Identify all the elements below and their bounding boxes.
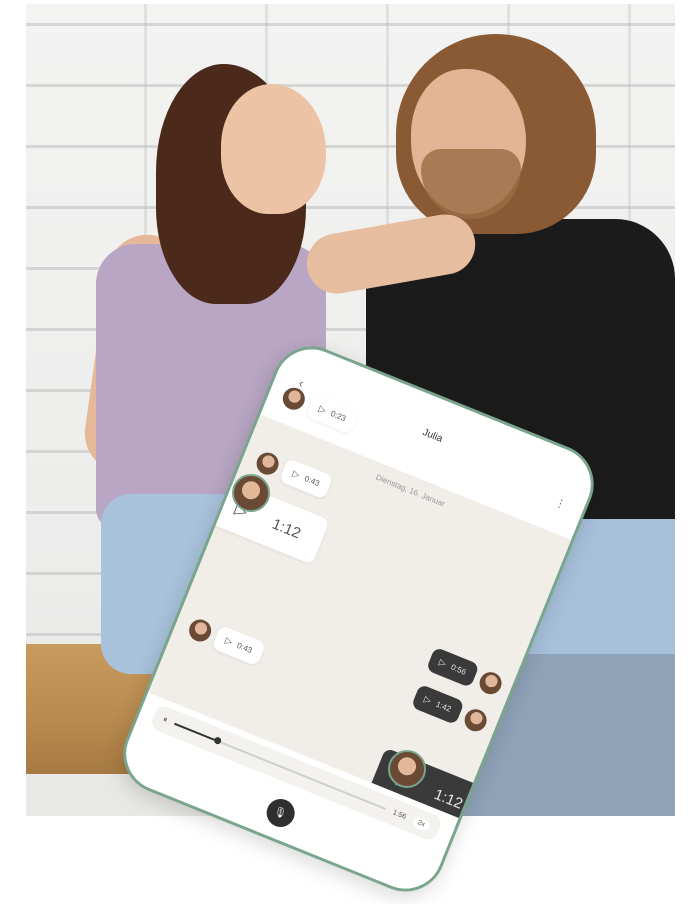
play-icon[interactable]: ▷ <box>291 468 301 481</box>
avatar <box>476 668 506 698</box>
progress-knob[interactable] <box>212 735 222 746</box>
duration: 1:42 <box>434 699 453 714</box>
message-incoming: ▷ 0:43 <box>185 614 266 667</box>
play-icon[interactable]: ▷ <box>223 635 234 648</box>
voice-message[interactable]: ▷ 0:43 <box>278 457 334 500</box>
voice-message[interactable]: ▷ 0:43 <box>211 624 266 667</box>
voice-message[interactable]: ▷ 1:42 <box>410 683 465 725</box>
avatar-float <box>232 474 270 512</box>
avatar <box>186 615 215 645</box>
play-icon[interactable]: ▷ <box>317 403 327 416</box>
duration: 1:12 <box>269 515 304 542</box>
duration: 1:12 <box>431 785 466 813</box>
duration: 0:43 <box>235 640 254 656</box>
menu-icon[interactable]: ⋮ <box>553 496 568 512</box>
voice-message[interactable]: ▷ 0:56 <box>425 646 480 688</box>
duration: 0:56 <box>449 662 468 677</box>
speed-button[interactable]: 2x <box>411 815 432 832</box>
play-icon[interactable]: ▷ <box>437 657 448 670</box>
avatar-float <box>388 750 426 788</box>
pause-icon[interactable]: ⏸ <box>161 715 169 726</box>
duration: 0:43 <box>303 473 321 489</box>
woman-face <box>221 84 326 214</box>
player-time: 1:56 <box>391 808 408 821</box>
avatar <box>253 448 283 478</box>
mic-icon: 🎙 <box>272 805 289 821</box>
play-icon[interactable]: ▷ <box>422 694 433 707</box>
avatar <box>461 705 491 735</box>
progress-fill <box>174 722 218 742</box>
mic-button[interactable]: 🎙 <box>261 794 299 832</box>
duration: 0:23 <box>329 409 348 424</box>
